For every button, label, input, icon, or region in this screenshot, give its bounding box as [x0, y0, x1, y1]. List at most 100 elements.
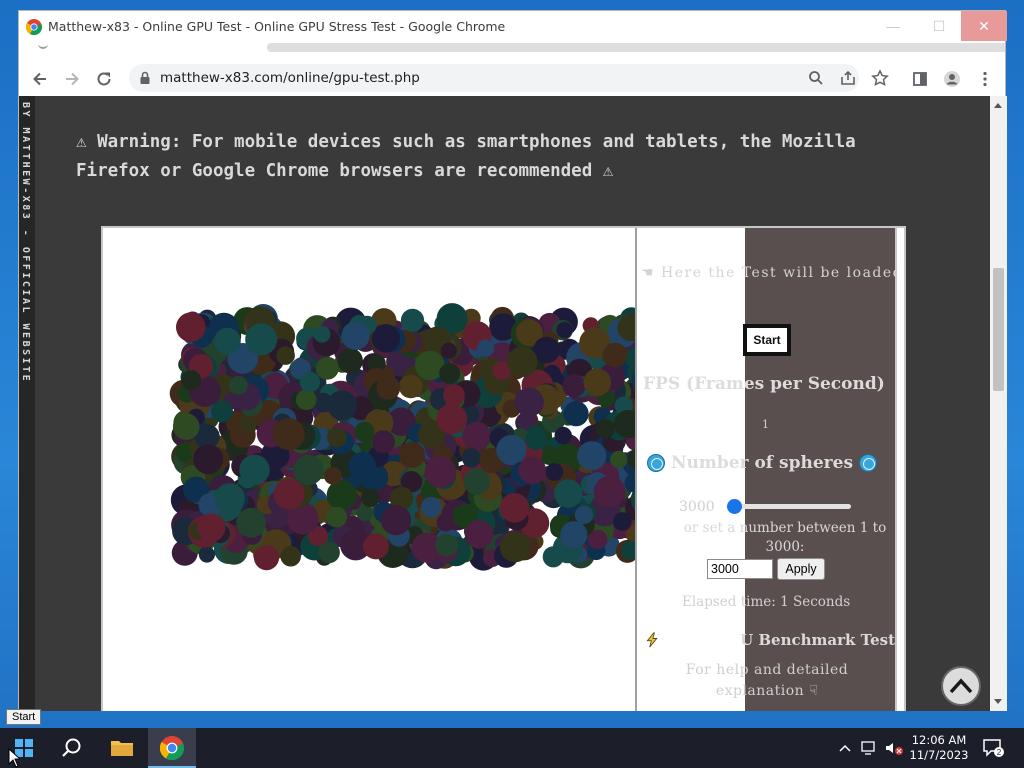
sphere-count-input[interactable] — [707, 559, 773, 579]
minimize-button[interactable]: — — [870, 11, 916, 41]
chrome-taskbar-button[interactable] — [148, 728, 196, 768]
back-button[interactable] — [27, 66, 53, 92]
chrome-icon — [160, 736, 184, 760]
taskbar-clock[interactable]: 12:06 AM 11/7/2023 — [904, 733, 974, 763]
sphere — [337, 347, 363, 374]
notification-count: 2 — [997, 748, 1002, 757]
sphere — [499, 493, 530, 523]
fps-heading: FPS (Frames per Second) — [643, 374, 885, 394]
sphere — [577, 441, 607, 471]
search-taskbar-button[interactable] — [48, 728, 96, 768]
sphere — [560, 521, 588, 549]
sphere — [299, 371, 321, 393]
test-loaded-hint: ☚ Here the Test will be loaded — [641, 265, 897, 281]
network-icon[interactable] — [860, 740, 878, 756]
address-bar[interactable]: matthew-x83.com/online/gpu-test.php — [129, 64, 889, 92]
sphere — [554, 479, 583, 508]
window-title: Matthew-x83 - Online GPU Test - Online G… — [48, 19, 506, 34]
forward-button[interactable] — [59, 66, 85, 92]
clock-time: 12:06 AM — [911, 733, 967, 747]
tab-bar[interactable] — [267, 43, 1005, 52]
browser-warning: ⚠ Warning: For mobile devices such as sm… — [76, 132, 856, 181]
fps-value: 1 — [762, 418, 769, 431]
back-arrow-icon — [33, 72, 46, 86]
sphere — [602, 342, 628, 368]
sphere — [315, 356, 339, 380]
sphere — [463, 468, 491, 495]
scroll-down-arrow[interactable] — [994, 699, 1002, 704]
lightning-icon — [646, 632, 658, 648]
sphere — [176, 312, 206, 342]
sphere — [596, 419, 616, 439]
search-icon[interactable] — [807, 69, 825, 87]
sphere-count-slider[interactable] — [729, 504, 851, 509]
maximize-button[interactable]: ☐ — [916, 11, 962, 41]
sphere — [400, 308, 425, 332]
start-button[interactable]: Start — [743, 324, 791, 356]
tab-strip — [19, 43, 1005, 62]
sphere — [293, 454, 324, 486]
spheres-heading: Number of spheres — [647, 453, 878, 473]
sphere — [295, 389, 317, 410]
start-tooltip: Start — [6, 709, 42, 725]
page-scrollbar[interactable] — [990, 96, 1007, 711]
kebab-menu-icon — [983, 71, 987, 87]
side-panel-icon — [913, 72, 927, 86]
sphere — [562, 374, 586, 398]
scroll-to-top-button[interactable] — [941, 666, 981, 706]
sphere — [354, 421, 375, 442]
sphere — [499, 531, 531, 563]
url-text: matthew-x83.com/online/gpu-test.php — [160, 70, 420, 86]
menu-button[interactable] — [972, 66, 998, 92]
globe-icon — [859, 454, 878, 472]
sphere — [198, 546, 215, 563]
reload-button[interactable] — [91, 66, 117, 92]
sphere — [376, 376, 401, 400]
spheres-heading-text: Number of spheres — [671, 453, 854, 473]
sphere — [253, 545, 280, 571]
sphere — [362, 533, 389, 560]
sphere — [424, 456, 457, 488]
sphere — [556, 322, 573, 339]
taskbar: 12:06 AM 11/7/2023 2 — [0, 728, 1024, 768]
profile-button[interactable] — [939, 66, 965, 92]
mouse-cursor-icon — [8, 748, 20, 768]
scrollbar-thumb[interactable] — [993, 268, 1004, 391]
sphere — [276, 346, 295, 365]
benchmark-heading: U Benchmark Test — [645, 630, 895, 650]
side-ribbon: BY MATTHEW-X83 - OFFICIAL WEBSITE — [19, 96, 35, 711]
sphere — [239, 454, 270, 486]
notification-center-icon[interactable]: 2 — [982, 738, 1004, 758]
sphere — [514, 387, 544, 417]
chevron-up-icon[interactable] — [838, 743, 852, 753]
share-icon[interactable] — [839, 69, 857, 87]
scroll-up-arrow[interactable] — [994, 103, 1002, 108]
help-text[interactable]: For help and detailed explanation ☟ — [667, 660, 867, 702]
sphere — [435, 533, 458, 557]
side-panel-button[interactable] — [907, 66, 933, 92]
volume-muted-icon[interactable] — [884, 740, 904, 756]
sphere — [193, 444, 224, 475]
close-button[interactable]: ✕ — [961, 11, 1007, 41]
sphere — [272, 418, 305, 451]
file-explorer-button[interactable] — [98, 728, 146, 768]
sphere — [554, 426, 572, 445]
chrome-icon — [26, 19, 42, 35]
sphere — [280, 545, 301, 567]
bookmark-star-icon[interactable] — [871, 69, 889, 87]
sphere — [172, 413, 200, 440]
slider-thumb[interactable] — [727, 499, 742, 514]
apply-button[interactable]: Apply — [777, 558, 825, 580]
sphere — [398, 374, 423, 399]
sphere — [324, 466, 342, 485]
sphere — [318, 541, 340, 564]
forward-arrow-icon — [66, 72, 79, 86]
sphere — [593, 475, 626, 508]
sphere — [398, 441, 425, 468]
sphere-count-value: 3000 — [679, 499, 715, 515]
sphere — [583, 368, 612, 397]
sphere — [181, 370, 202, 390]
clock-date: 11/7/2023 — [909, 748, 969, 762]
sphere — [313, 392, 333, 413]
sphere — [229, 375, 248, 395]
